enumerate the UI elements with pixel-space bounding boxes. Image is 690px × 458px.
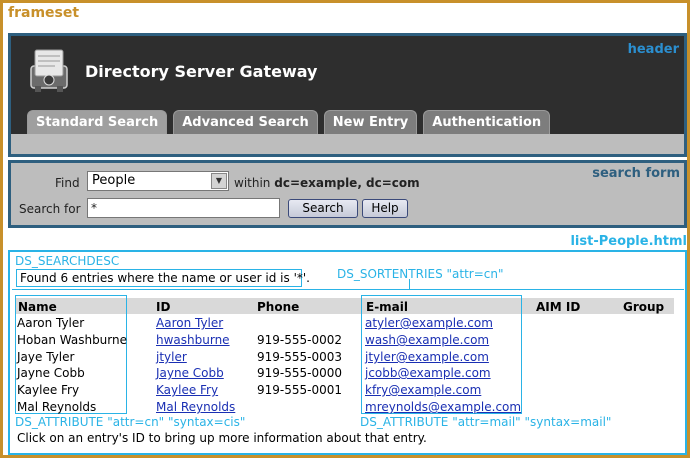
footnote-text: Click on an entry's ID to bring up more …: [17, 431, 427, 445]
column-header-aim-id[interactable]: AIM ID: [536, 300, 580, 314]
cell-id-link[interactable]: Kaylee Fry: [156, 383, 218, 397]
cell-name: Jaye Tyler: [17, 350, 75, 364]
cell-phone: 919-555-0003: [257, 350, 343, 364]
attr-mail-tag: DS_ATTRIBUTE "attr=mail" "syntax=mail": [360, 415, 612, 429]
cell-email-link[interactable]: atyler@example.com: [365, 316, 493, 330]
searchdesc-tag: DS_SEARCHDESC: [15, 254, 120, 268]
tab-standard-search[interactable]: Standard Search: [27, 110, 168, 134]
cell-email-link[interactable]: kfry@example.com: [365, 383, 481, 397]
within-text: within dc=example, dc=com: [234, 176, 420, 190]
header-frame: Directory Server Gateway header Standard…: [8, 33, 687, 157]
header-frame-label: header: [627, 42, 679, 57]
list-frame: DS_SEARCHDESC Found 6 entries where the …: [8, 250, 687, 455]
cell-id-link[interactable]: Aaron Tyler: [156, 316, 223, 330]
cell-id-link[interactable]: jtyler: [156, 350, 187, 364]
find-select[interactable]: People ▼: [87, 171, 229, 191]
column-header-group[interactable]: Group: [623, 300, 664, 314]
sortentries-tag: DS_SORTENTRIES "attr=cn": [337, 267, 504, 281]
help-button[interactable]: Help: [362, 199, 408, 218]
cell-name: Kaylee Fry: [17, 383, 80, 397]
find-select-value: People: [92, 173, 136, 188]
search-form-label: search form: [592, 166, 680, 181]
search-input[interactable]: *: [87, 198, 280, 218]
cell-phone: 919-555-0002: [257, 333, 343, 347]
cell-id-link[interactable]: hwashburne: [156, 333, 230, 347]
cell-phone: 919-555-0000: [257, 366, 343, 380]
within-base-dn: dc=example, dc=com: [274, 176, 420, 190]
rolodex-icon: [30, 49, 68, 92]
frameset-frame: frameset Directory Server Gateway header…: [0, 0, 690, 458]
cell-email-link[interactable]: jcobb@example.com: [365, 366, 491, 380]
cell-name: Hoban Washburne: [17, 333, 127, 347]
cell-email-link[interactable]: mreynolds@example.com: [365, 400, 521, 414]
list-frame-label: list-People.html: [570, 234, 687, 249]
search-form-frame: search form Find People ▼ within dc=exam…: [8, 160, 687, 228]
frameset-label: frameset: [8, 5, 80, 21]
cell-name: Jayne Cobb: [17, 366, 85, 380]
tab-advanced-search[interactable]: Advanced Search: [173, 110, 318, 134]
cell-name: Mal Reynolds: [17, 400, 97, 414]
cell-phone: 919-555-0001: [257, 383, 343, 397]
cell-id-link[interactable]: Mal Reynolds: [156, 400, 235, 414]
search-button[interactable]: Search: [288, 199, 358, 218]
chevron-down-icon[interactable]: ▼: [211, 173, 227, 189]
search-for-label: Search for: [19, 202, 81, 216]
attr-cn-tag: DS_ATTRIBUTE "attr=cn" "syntax=cis": [15, 415, 246, 429]
within-label: within: [234, 176, 271, 190]
cell-name: Aaron Tyler: [17, 316, 85, 330]
header-banner: Directory Server Gateway: [11, 36, 684, 106]
sortentries-marker: [409, 279, 410, 289]
sortentries-divider: [12, 289, 684, 290]
column-header-id[interactable]: ID: [156, 300, 170, 314]
column-header-phone[interactable]: Phone: [257, 300, 299, 314]
find-label: Find: [55, 176, 80, 190]
cell-email-link[interactable]: wash@example.com: [365, 333, 489, 347]
cell-id-link[interactable]: Jayne Cobb: [156, 366, 224, 380]
tab-strip: Standard Search Advanced Search New Entr…: [27, 110, 551, 134]
cell-email-link[interactable]: jtyler@example.com: [365, 350, 489, 364]
search-description: Found 6 entries where the name or user i…: [16, 269, 310, 287]
tab-authentication[interactable]: Authentication: [423, 110, 551, 134]
tab-new-entry[interactable]: New Entry: [323, 110, 418, 134]
app-title: Directory Server Gateway: [85, 62, 318, 81]
